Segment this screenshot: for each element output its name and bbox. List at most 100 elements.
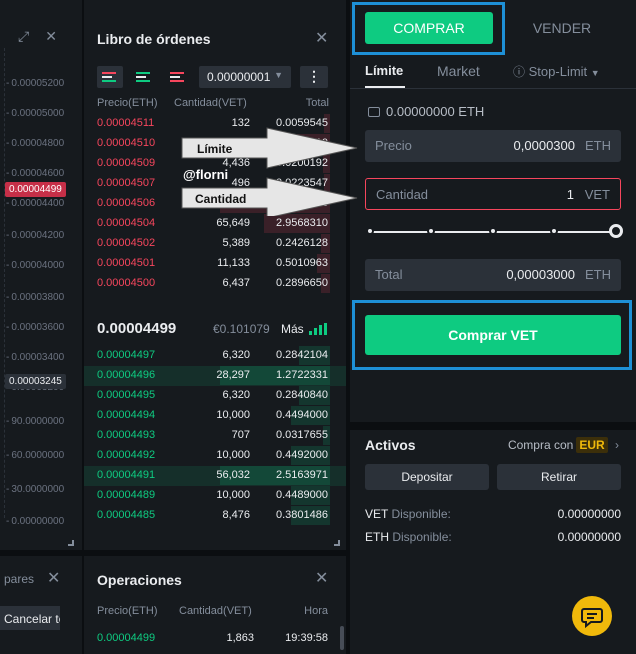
price-label: Precio [375, 138, 412, 153]
order-qty: 6,437 [222, 277, 250, 289]
book-both-icon[interactable] [97, 66, 123, 88]
total-field[interactable]: Total 0,00003000 ETH [365, 259, 621, 291]
buy-tab-highlight [352, 2, 505, 55]
precision-value: 0.00000001 [207, 70, 271, 84]
close-icon[interactable]: ✕ [47, 571, 60, 587]
order-row[interactable]: 0.00004489 10,000 0.4489000 [84, 486, 346, 506]
order-row[interactable]: 0.00004500 6,437 0.2896650 [84, 274, 346, 294]
order-price: 0.00004496 [97, 369, 156, 381]
resize-handle-icon[interactable] [68, 540, 74, 546]
chat-button[interactable] [572, 596, 612, 636]
close-icon[interactable]: ✕ [315, 31, 328, 47]
amount-field[interactable]: Cantidad 1 VET [365, 178, 621, 210]
order-qty: 6,320 [222, 389, 250, 401]
order-row[interactable]: 0.00004504 65,649 2.9568310 [84, 214, 346, 234]
order-row[interactable]: 0.00004502 5,389 0.2426128 [84, 234, 346, 254]
order-row[interactable]: 0.00004501 11,133 0.5010963 [84, 254, 346, 274]
axis-tick-label: 0.00003400 [6, 352, 64, 363]
order-price: 0.00004509 [97, 157, 156, 169]
book-asks-icon[interactable] [165, 66, 191, 88]
order-price: 0.00004493 [97, 429, 156, 441]
resize-handle-icon[interactable] [334, 540, 340, 546]
trade-time: 19:39:58 [285, 632, 328, 644]
signal-icon [309, 323, 327, 335]
slider-step-50[interactable] [489, 227, 497, 235]
chat-icon [581, 608, 603, 629]
order-qty: 707 [231, 429, 250, 441]
slider-handle[interactable] [609, 224, 623, 238]
tab-limit[interactable]: Límite [365, 63, 403, 78]
order-total: 2.5163971 [276, 469, 328, 481]
divider [350, 422, 636, 430]
order-total: 0.0317655 [276, 429, 328, 441]
order-price: 0.00004489 [97, 489, 156, 501]
assets-title: Activos [365, 437, 416, 453]
order-total: 0.4492000 [276, 449, 328, 461]
order-qty: 56,032 [216, 469, 250, 481]
total-value: 0,00003000 [506, 267, 575, 282]
axis-tick-label: 0.00003600 [6, 322, 64, 333]
withdraw-button[interactable]: Retirar [497, 464, 621, 490]
order-price: 0.00004502 [97, 237, 156, 249]
axis-tick-label: 0.00005200 [6, 78, 64, 89]
cancel-all-button[interactable]: Cancelar to [0, 606, 60, 630]
slider-step-0[interactable] [366, 227, 374, 235]
order-row[interactable]: 0.00004485 8,476 0.3801486 [84, 506, 346, 526]
current-price-tag: 0.00004499 [5, 182, 66, 197]
more-link[interactable]: Más [281, 322, 304, 336]
book-bids-icon[interactable] [131, 66, 157, 88]
buy-with-link[interactable]: Compra con EUR › [508, 437, 619, 453]
balance-asset: ETH [365, 530, 389, 544]
more-options-button[interactable]: ⋮ [300, 66, 328, 88]
tab-market[interactable]: Market [437, 63, 480, 79]
annotation-limit: Límite [197, 142, 233, 156]
balance-label: Disponible: [392, 530, 452, 544]
precision-select[interactable]: 0.00000001 ▼ [199, 66, 291, 88]
chart-panel[interactable]: ⤢ ✕ 0.00005200 0.00005000 0.00004800 0.0000… [0, 0, 82, 550]
currency-badge: EUR [576, 437, 608, 453]
sell-tab[interactable]: VENDER [500, 12, 624, 44]
order-row[interactable]: 0.00004494 10,000 0.4494000 [84, 406, 346, 426]
order-total: 0.2426128 [276, 237, 328, 249]
amount-label: Cantidad [376, 187, 429, 202]
order-row[interactable]: 0.00004495 6,320 0.2840840 [84, 386, 346, 406]
order-row[interactable]: 0.00004493 707 0.0317655 [84, 426, 346, 446]
close-icon[interactable]: ✕ [315, 571, 328, 587]
scrollbar[interactable] [340, 626, 344, 650]
amount-slider[interactable] [366, 224, 623, 238]
order-total: 1.2722331 [276, 369, 328, 381]
price-unit: ETH [585, 138, 611, 153]
order-price: 0.00004492 [97, 449, 156, 461]
balance-label: Disponible: [391, 507, 451, 521]
order-row[interactable]: 0.00004496 28,297 1.2722331 [84, 366, 346, 386]
slider-step-25[interactable] [427, 227, 435, 235]
order-total: 0.2842104 [276, 349, 328, 361]
price-value: 0,0000300 [513, 138, 575, 153]
deposit-button[interactable]: Depositar [365, 464, 489, 490]
price-header: Precio(ETH) [97, 97, 158, 109]
expand-icon[interactable]: ⤢ [18, 28, 29, 45]
price-header: Precio(ETH) [97, 605, 158, 617]
amount-value: 1 [566, 187, 574, 202]
buy-button-highlight [352, 300, 632, 370]
total-unit: ETH [585, 267, 611, 282]
axis-tick-label: 0.00004200 [6, 230, 64, 241]
axis-tick-label: 90.0000000 [6, 416, 64, 427]
price-field[interactable]: Precio 0,0000300 ETH [365, 130, 621, 162]
tab-stop-limit[interactable]: ⓘ Stop-Limit ▼ [513, 63, 600, 80]
chart-controls: ⤢ ✕ [18, 28, 57, 45]
close-icon[interactable]: ✕ [45, 28, 57, 45]
pairs-label: pares [4, 572, 35, 586]
order-price: 0.00004504 [97, 217, 156, 229]
slider-step-75[interactable] [550, 227, 558, 235]
caret-down-icon: ▼ [590, 68, 600, 78]
stop-limit-label: Stop-Limit [528, 64, 588, 79]
trades-panel: Operaciones ✕ Precio(ETH) Cantidad(VET) … [84, 556, 346, 654]
order-row[interactable]: 0.00004492 10,000 0.4492000 [84, 446, 346, 466]
order-row[interactable]: 0.00004497 6,320 0.2842104 [84, 346, 346, 366]
order-price: 0.00004500 [97, 277, 156, 289]
order-price: 0.00004485 [97, 509, 156, 521]
axis-tick-label: 0.00004400 [6, 198, 64, 209]
order-row[interactable]: 0.00004491 56,032 2.5163971 [84, 466, 346, 486]
order-total: 0.2840840 [276, 389, 328, 401]
